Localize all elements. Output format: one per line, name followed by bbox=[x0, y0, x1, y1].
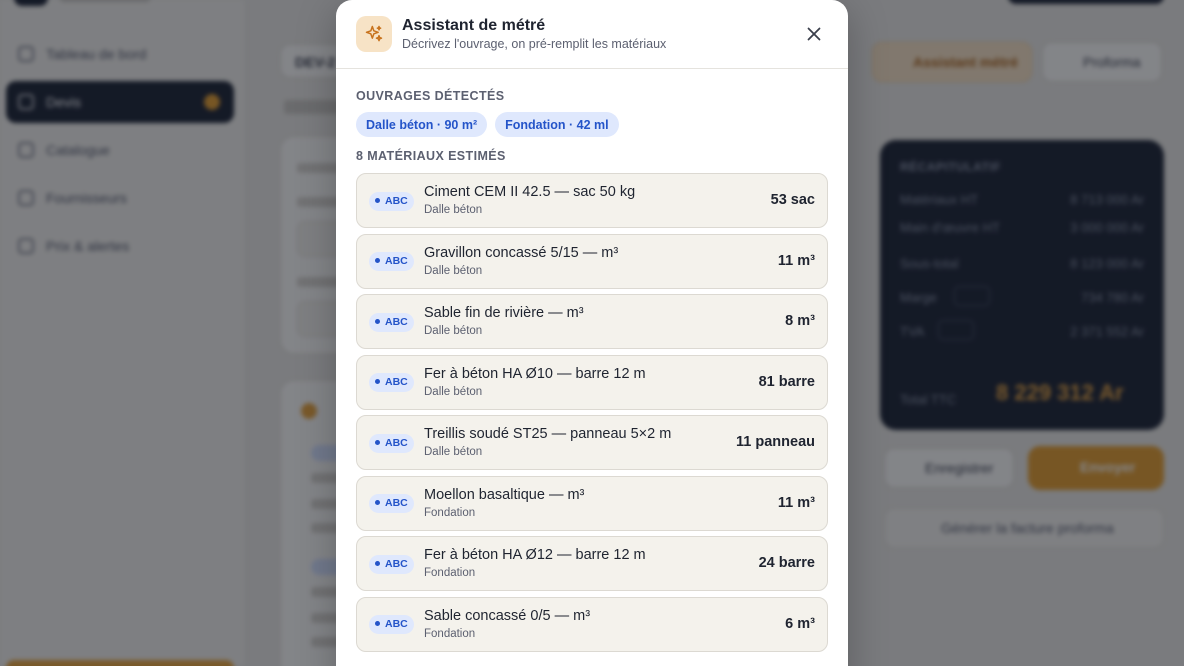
material-quantity: 6 m³ bbox=[785, 615, 815, 632]
abc-badge: ABC bbox=[369, 615, 414, 634]
material-name: Fer à béton HA Ø12 — barre 12 m bbox=[424, 547, 646, 563]
abc-badge: ABC bbox=[369, 252, 414, 271]
material-work: Dalle béton bbox=[424, 204, 483, 216]
material-work: Dalle béton bbox=[424, 385, 483, 398]
modal-subtitle: Décrivez l'ouvrage, on pré-remplit les m… bbox=[402, 37, 667, 51]
abc-badge: ABC bbox=[369, 373, 414, 392]
material-name: Ciment CEM II 42.5 — sac 50 kg bbox=[424, 184, 636, 200]
material-work: Fondation bbox=[424, 567, 476, 579]
material-row[interactable]: ABC Fer à béton HA Ø12 — barre 12 m Fond… bbox=[356, 536, 828, 591]
material-name: Gravillon concassé 5/15 — m³ bbox=[424, 244, 619, 261]
modal-header: Assistant de métré Décrivez l'ouvrage, o… bbox=[336, 0, 848, 69]
material-quantity: 11 m³ bbox=[777, 494, 815, 511]
material-work: Fondation bbox=[424, 506, 476, 519]
material-row[interactable]: ABC Sable concassé 0/5 — m³ Fondation 6 … bbox=[356, 596, 828, 652]
metre-assistant-modal: Assistant de métré Décrivez l'ouvrage, o… bbox=[336, 0, 848, 666]
sparkle-icon bbox=[356, 16, 392, 52]
material-name: Sable fin de rivière — m³ bbox=[424, 305, 584, 321]
abc-badge: ABC bbox=[369, 494, 414, 513]
material-quantity: 81 barre bbox=[758, 373, 815, 390]
material-row[interactable]: ABC Fer à béton HA Ø10 — barre 12 m Dall… bbox=[356, 354, 828, 410]
material-work: Fondation bbox=[424, 627, 476, 640]
material-quantity: 24 barre bbox=[758, 555, 815, 571]
modal-title: Assistant de métré bbox=[402, 17, 546, 34]
abc-badge: ABC bbox=[369, 433, 414, 453]
abc-badge: ABC bbox=[369, 191, 414, 211]
material-name: Fer à béton HA Ø10 — barre 12 m bbox=[424, 365, 646, 382]
work-tag[interactable]: Fondation · 42 ml bbox=[495, 112, 619, 137]
abc-badge: ABC bbox=[369, 312, 414, 332]
material-name: Moellon basaltique — m³ bbox=[424, 486, 585, 503]
material-quantity: 11 panneau bbox=[736, 434, 815, 450]
material-quantity: 11 m³ bbox=[777, 252, 815, 269]
materials-count-label: 8 MATÉRIAUX ESTIMÉS bbox=[356, 149, 506, 163]
materials-list: ABC Ciment CEM II 42.5 — sac 50 kg Dalle… bbox=[356, 173, 828, 657]
material-row[interactable]: ABC Ciment CEM II 42.5 — sac 50 kg Dalle… bbox=[356, 173, 828, 228]
material-row[interactable]: ABC Gravillon concassé 5/15 — m³ Dalle b… bbox=[356, 233, 828, 289]
detected-works-label: OUVRAGES DÉTECTÉS bbox=[356, 89, 505, 103]
material-row[interactable]: ABC Treillis soudé ST25 — panneau 5×2 m … bbox=[356, 415, 828, 470]
material-work: Dalle béton bbox=[424, 325, 483, 337]
work-tag[interactable]: Dalle béton · 90 m² bbox=[356, 112, 488, 137]
material-quantity: 53 sac bbox=[770, 192, 815, 208]
material-name: Treillis soudé ST25 — panneau 5×2 m bbox=[424, 426, 672, 442]
material-work: Dalle béton bbox=[424, 446, 483, 458]
material-name: Sable concassé 0/5 — m³ bbox=[424, 607, 591, 624]
material-quantity: 8 m³ bbox=[785, 313, 815, 329]
detected-works: Dalle béton · 90 m² Fondation · 42 ml bbox=[356, 112, 619, 137]
material-work: Dalle béton bbox=[424, 264, 483, 277]
material-row[interactable]: ABC Moellon basaltique — m³ Fondation 11… bbox=[356, 475, 828, 531]
close-icon[interactable] bbox=[804, 24, 824, 44]
material-row[interactable]: ABC Sable fin de rivière — m³ Dalle béto… bbox=[356, 294, 828, 349]
abc-badge: ABC bbox=[369, 554, 414, 574]
